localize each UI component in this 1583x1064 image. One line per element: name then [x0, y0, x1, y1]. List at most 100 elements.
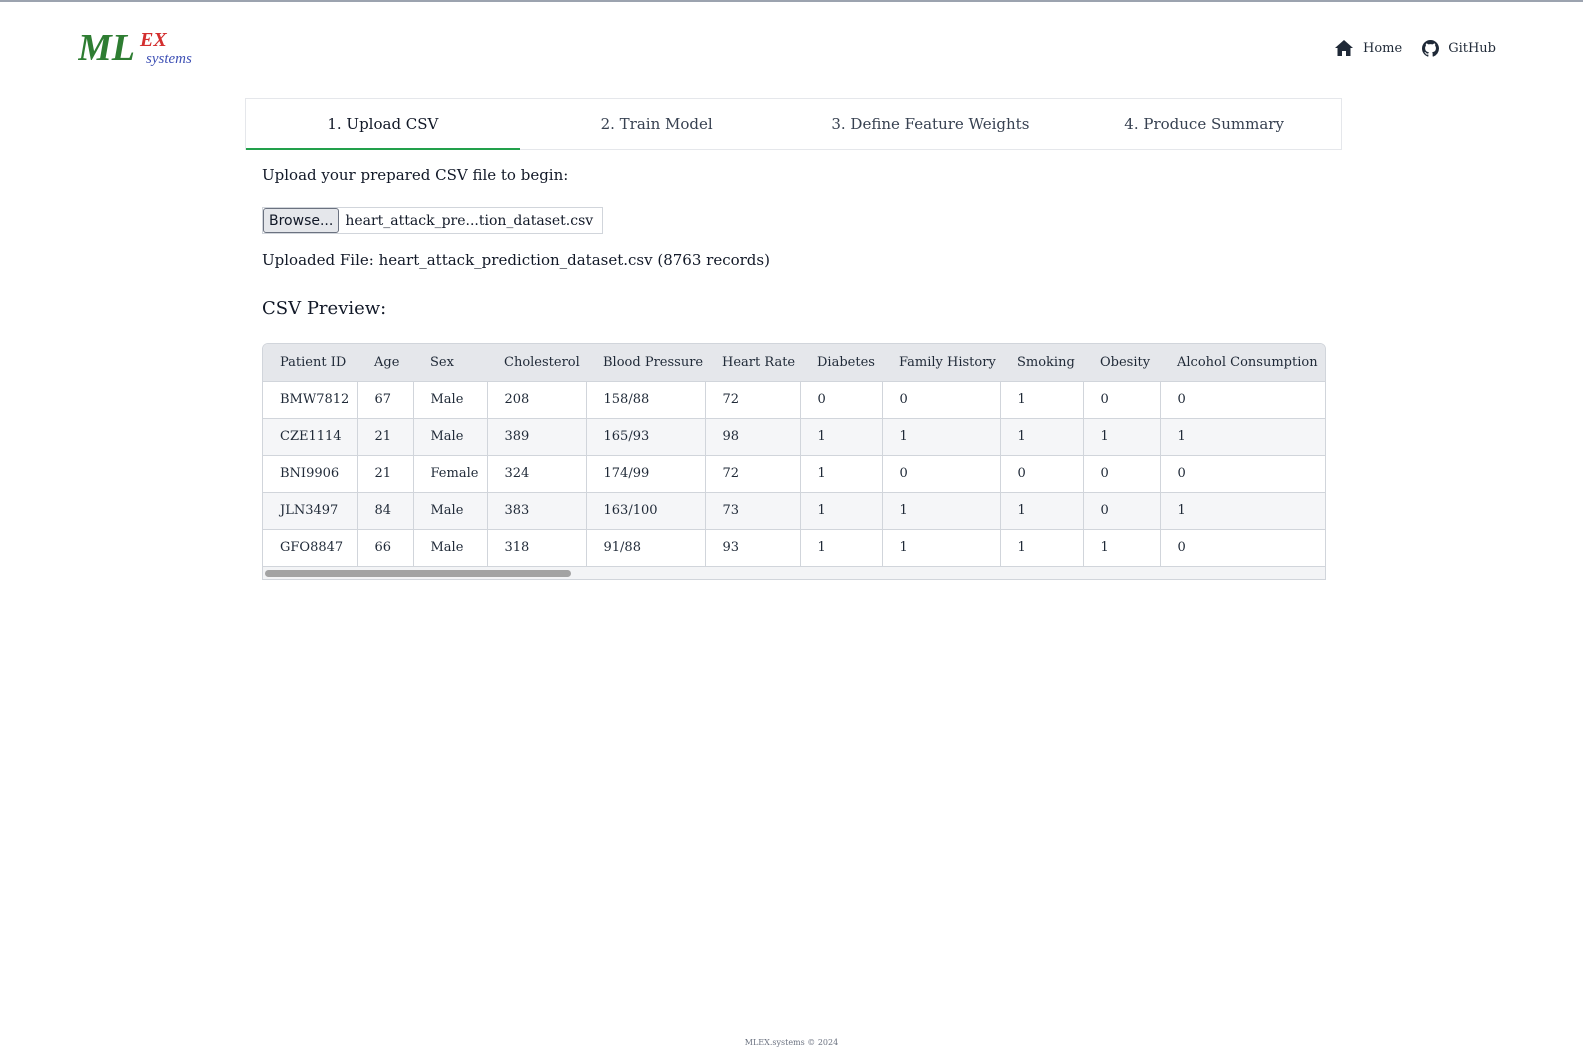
table-cell: GFO8847	[263, 528, 358, 566]
browse-button[interactable]: Browse...	[263, 208, 340, 233]
table-cell: 91/88	[586, 528, 706, 566]
table-cell: 93	[705, 528, 801, 566]
table-cell: 1	[882, 528, 1001, 566]
table-cell: 1	[800, 491, 883, 529]
column-header: Sex	[430, 354, 454, 370]
table-cell: 1	[1160, 417, 1325, 455]
table-cell: 0	[882, 454, 1001, 492]
table-cell: 1	[1000, 417, 1084, 455]
table-cell: 21	[357, 454, 414, 492]
table-cell: 0	[1160, 528, 1325, 566]
table-cell: 1	[800, 417, 883, 455]
table-cell: 0	[1083, 380, 1161, 418]
table-cell: 1	[800, 454, 883, 492]
site-header: ML EX systems Home GitHub	[0, 0, 1583, 90]
table-cell: 158/88	[586, 380, 706, 418]
column-header: Blood Pressure	[603, 354, 704, 370]
logo-main-text: ML	[78, 27, 135, 69]
uploaded-file-status: Uploaded File: heart_attack_prediction_d…	[262, 251, 770, 269]
table-cell: 165/93	[586, 417, 706, 455]
table-cell: 1	[1000, 491, 1084, 529]
column-header: Patient ID	[280, 354, 347, 370]
table-cell: 73	[705, 491, 801, 529]
tab-define-feature-weights[interactable]: 3. Define Feature Weights	[794, 99, 1068, 149]
table-cell: 174/99	[586, 454, 706, 492]
nav-home-label: Home	[1363, 40, 1403, 56]
table-row: CZE1114 21 Male 389 165/93 98 1 1 1 1 1	[263, 417, 1325, 455]
tab-upload-csv[interactable]: 1. Upload CSV	[246, 99, 520, 150]
column-header: Heart Rate	[722, 354, 796, 370]
tab-train-model[interactable]: 2. Train Model	[520, 99, 794, 149]
table-cell: 1	[800, 528, 883, 566]
table-cell: Male	[413, 528, 488, 566]
table-cell: 1	[1160, 491, 1325, 529]
horizontal-scrollbar[interactable]	[263, 566, 1325, 579]
table-cell: 0	[1083, 491, 1161, 529]
table-cell: 67	[357, 380, 414, 418]
footer-copyright: MLEX.systems © 2024	[744, 1038, 839, 1047]
github-icon	[1422, 39, 1440, 57]
table-cell: 163/100	[586, 491, 706, 529]
table-cell: 84	[357, 491, 414, 529]
table-cell: Male	[413, 380, 488, 418]
table-cell: 1	[1000, 380, 1084, 418]
table-cell: 21	[357, 417, 414, 455]
table-header-row: Patient ID Age Sex Cholesterol Blood Pressur…	[263, 344, 1325, 381]
table-cell: 0	[882, 380, 1001, 418]
table-cell: 0	[1160, 380, 1325, 418]
workflow-tabs: 1. Upload CSV 2. Train Model 3. Define F…	[245, 98, 1342, 150]
upload-prompt: Upload your prepared CSV file to begin:	[262, 166, 569, 184]
table-cell: 1	[882, 491, 1001, 529]
table-cell: 1	[1000, 528, 1084, 566]
scrollbar-thumb[interactable]	[265, 570, 571, 577]
nav-github-label: GitHub	[1448, 40, 1496, 56]
table-cell: 0	[1000, 454, 1084, 492]
logo-sub-text: systems	[146, 51, 192, 67]
table-cell: CZE1114	[263, 417, 358, 455]
table-cell: 208	[487, 380, 587, 418]
mlex-logo[interactable]: ML EX systems	[78, 26, 198, 72]
table-cell: 1	[1083, 528, 1161, 566]
table-cell: BNI9906	[263, 454, 358, 492]
csv-preview-table-container[interactable]: Patient ID Age Sex Cholesterol Blood Pressur…	[262, 343, 1326, 580]
table-row: JLN3497 84 Male 383 163/100 73 1 1 1 0 1	[263, 491, 1325, 529]
selected-file-name: heart_attack_pre...tion_dataset.csv	[345, 212, 594, 229]
column-header: Smoking	[1017, 354, 1075, 370]
top-nav: Home GitHub	[1334, 39, 1496, 57]
table-cell: 98	[705, 417, 801, 455]
csv-preview-table: Patient ID Age Sex Cholesterol Blood Pressur…	[263, 344, 1325, 566]
tab-produce-summary[interactable]: 4. Produce Summary	[1067, 99, 1341, 149]
table-cell: 389	[487, 417, 587, 455]
column-header: Family History	[899, 354, 996, 370]
table-cell: 66	[357, 528, 414, 566]
nav-github-link[interactable]: GitHub	[1422, 39, 1496, 57]
table-cell: 1	[882, 417, 1001, 455]
table-cell: Male	[413, 417, 488, 455]
table-row: GFO8847 66 Male 318 91/88 93 1 1 1 1 0	[263, 528, 1325, 566]
table-cell: 0	[1160, 454, 1325, 492]
file-input[interactable]: Browse... heart_attack_pre...tion_datase…	[262, 207, 604, 234]
table-cell: 0	[1083, 454, 1161, 492]
column-header: Diabetes	[817, 354, 875, 370]
table-cell: 383	[487, 491, 587, 529]
table-cell: Male	[413, 491, 488, 529]
column-header: Alcohol Consumption	[1177, 354, 1318, 370]
table-cell: JLN3497	[263, 491, 358, 529]
table-row: BNI9906 21 Female 324 174/99 72 1 0 0 0 0	[263, 454, 1325, 492]
table-cell: 0	[800, 380, 883, 418]
table-cell: BMW7812	[263, 380, 358, 418]
table-cell: 324	[487, 454, 587, 492]
column-header: Obesity	[1100, 354, 1151, 370]
table-cell: 1	[1083, 417, 1161, 455]
table-cell: 318	[487, 528, 587, 566]
table-cell: 72	[705, 380, 801, 418]
table-body: BMW7812 67 Male 208 158/88 72 0 0 1 0 0 CZE1114 21 Ma…	[263, 380, 1325, 566]
csv-preview-title: CSV Preview:	[262, 298, 387, 319]
column-header: Cholesterol	[504, 354, 580, 370]
logo-accent-text: EX	[139, 29, 167, 51]
table-cell: 72	[705, 454, 801, 492]
home-icon	[1335, 40, 1353, 56]
column-header: Age	[374, 354, 400, 370]
table-cell: Female	[413, 454, 488, 492]
nav-home-link[interactable]: Home	[1334, 39, 1402, 57]
